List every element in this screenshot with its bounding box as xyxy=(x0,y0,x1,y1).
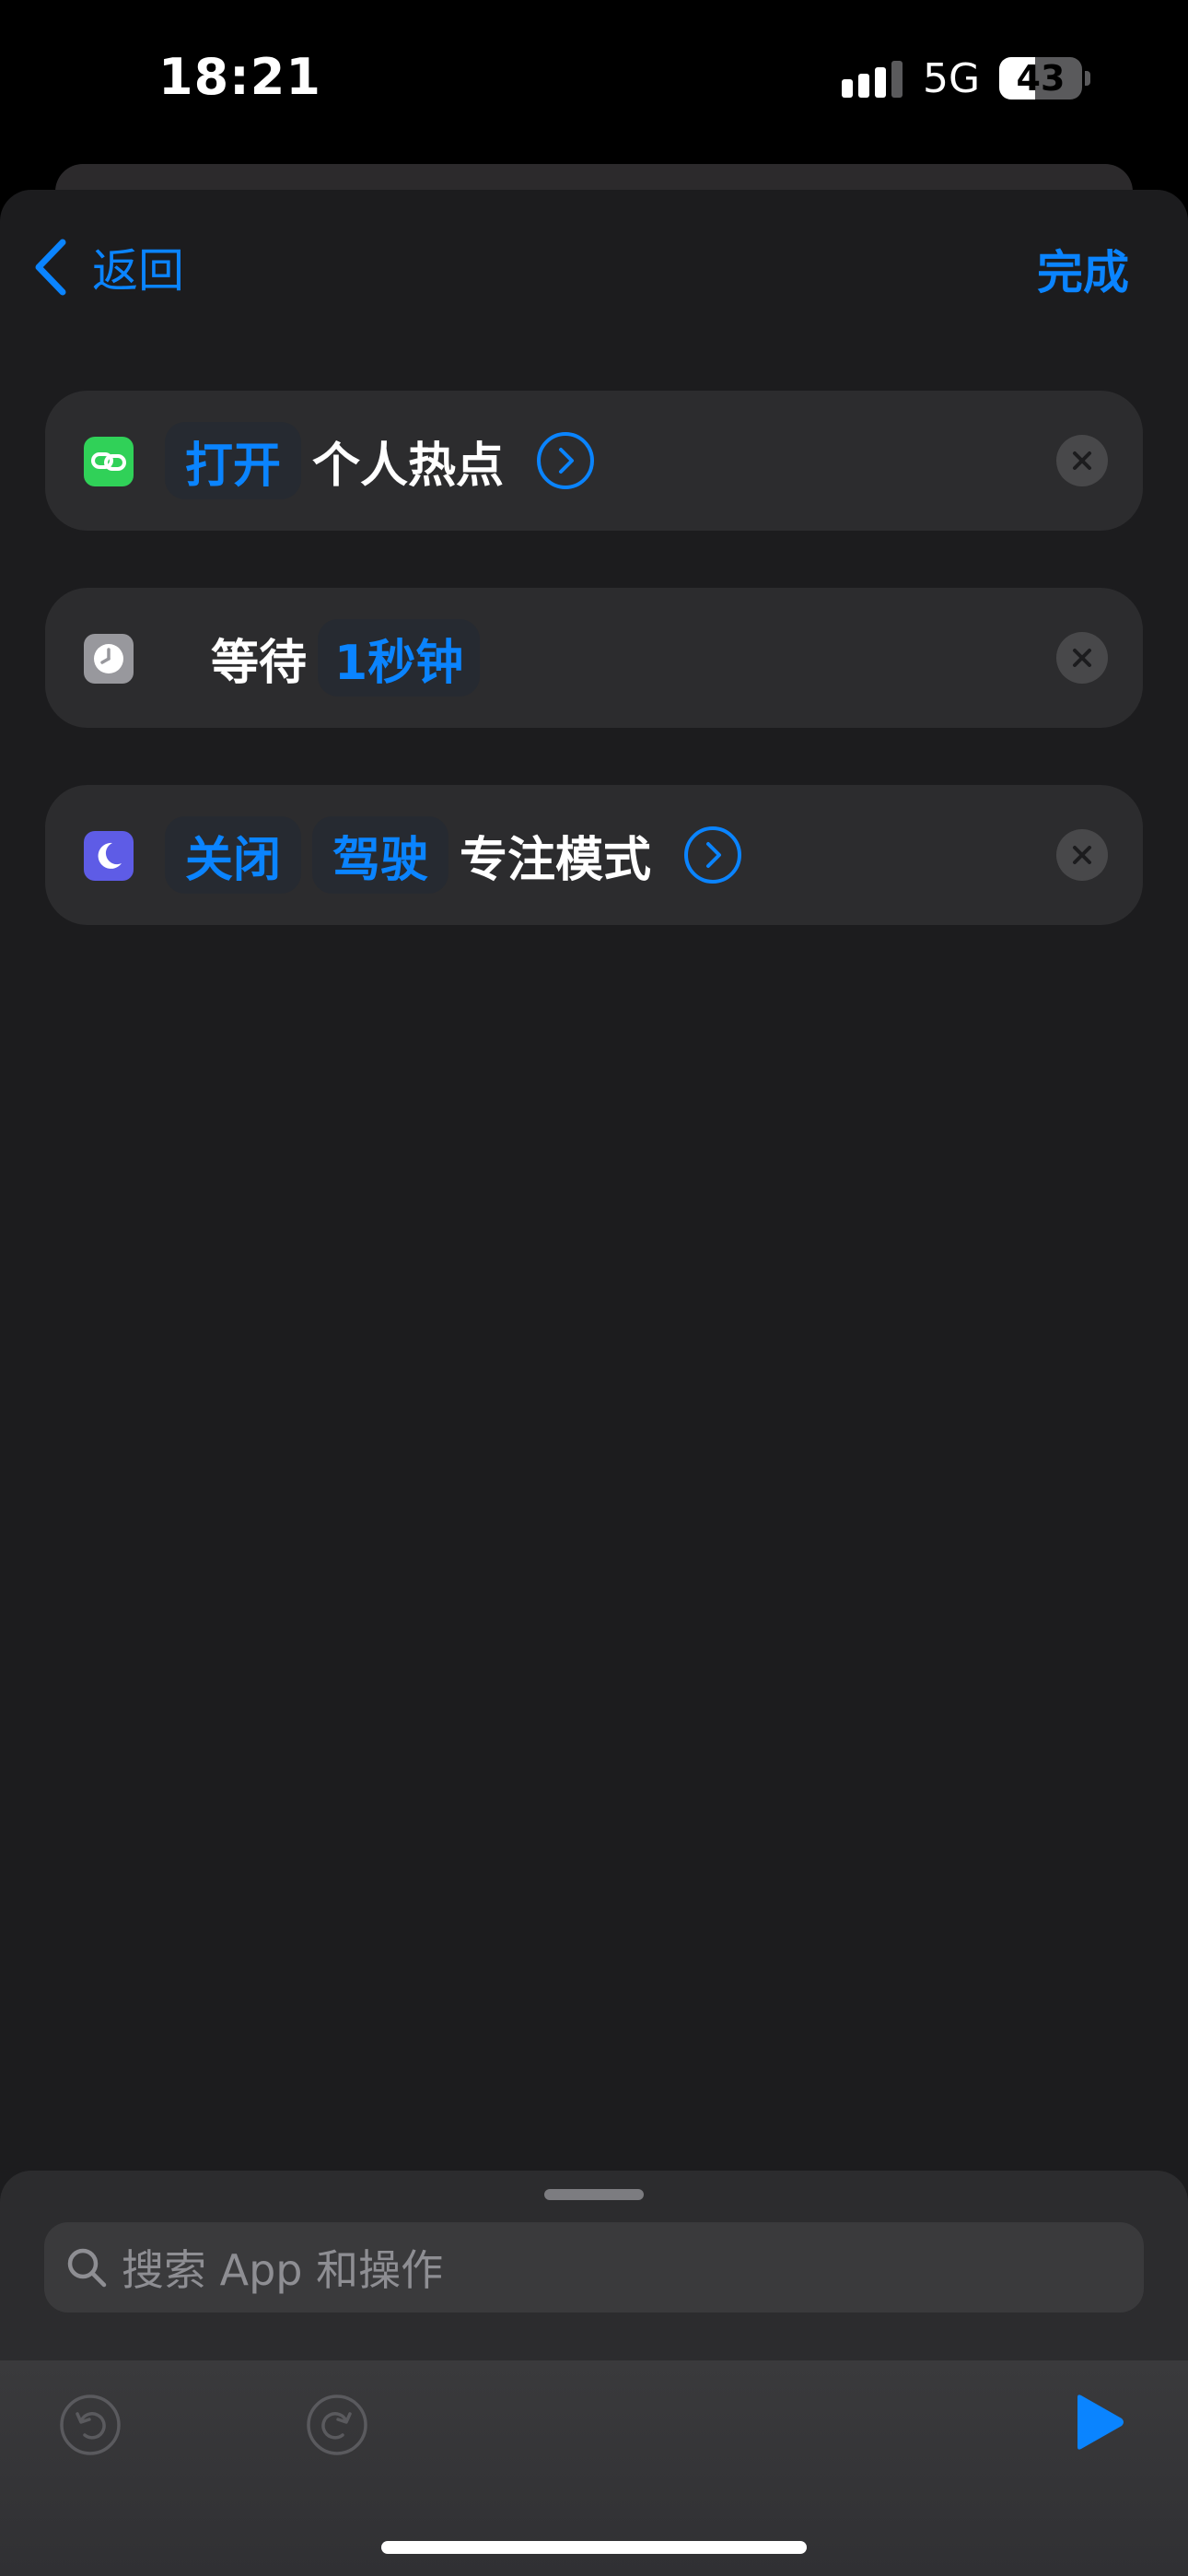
expand-chevron-icon[interactable] xyxy=(684,826,742,884)
back-button[interactable]: 返回 xyxy=(33,230,245,304)
status-bar: 18:21 5G 43 xyxy=(0,0,1188,161)
moon-icon xyxy=(84,831,134,881)
action-verb-token[interactable]: 打开 xyxy=(165,422,302,499)
search-icon xyxy=(67,2248,107,2288)
undo-button[interactable] xyxy=(59,2394,122,2456)
action-card-hotspot[interactable]: 打开 个人热点 xyxy=(45,391,1143,531)
close-icon xyxy=(1073,846,1091,864)
duration-token[interactable]: 1秒钟 xyxy=(318,619,481,697)
network-type: 5G xyxy=(923,55,981,102)
action-card-wait[interactable]: 等待 1秒钟 xyxy=(45,588,1143,728)
done-button[interactable]: 完成 xyxy=(1037,232,1129,306)
close-icon xyxy=(1073,451,1091,470)
search-placeholder: 搜索 App 和操作 xyxy=(122,2245,444,2295)
run-shortcut-button[interactable] xyxy=(1072,2392,1127,2453)
home-indicator xyxy=(381,2541,807,2554)
battery-percent: 43 xyxy=(1016,58,1066,99)
sheet-grabber[interactable] xyxy=(544,2189,644,2200)
clock-icon xyxy=(84,634,134,684)
play-icon xyxy=(1077,2395,1124,2450)
close-icon xyxy=(1073,649,1091,667)
action-target-text: 专注模式 xyxy=(460,832,652,888)
status-time: 18:21 xyxy=(158,48,321,106)
battery-icon: 43 xyxy=(999,57,1082,100)
action-content: 关闭 驾驶 专注模式 xyxy=(165,785,742,925)
undo-icon xyxy=(60,2395,121,2455)
battery-cap xyxy=(1085,71,1090,86)
action-target-text: 个人热点 xyxy=(312,438,505,494)
chevron-left-icon xyxy=(35,239,66,296)
remove-action-button[interactable] xyxy=(1056,829,1108,881)
action-verb-text: 等待 xyxy=(211,635,308,691)
cellular-signal-icon xyxy=(842,61,906,100)
action-content: 等待 1秒钟 xyxy=(211,588,491,728)
action-content: 打开 个人热点 xyxy=(165,391,595,531)
redo-button[interactable] xyxy=(306,2394,368,2456)
expand-chevron-icon[interactable] xyxy=(537,432,595,489)
back-label: 返回 xyxy=(92,244,184,298)
remove-action-button[interactable] xyxy=(1056,632,1108,684)
toggle-state-token[interactable]: 关闭 xyxy=(165,816,302,894)
focus-mode-token[interactable]: 驾驶 xyxy=(312,816,449,894)
hotspot-link-icon xyxy=(84,437,134,486)
action-card-focus[interactable]: 关闭 驾驶 专注模式 xyxy=(45,785,1143,925)
search-input[interactable]: 搜索 App 和操作 xyxy=(44,2222,1144,2313)
remove-action-button[interactable] xyxy=(1056,435,1108,486)
redo-icon xyxy=(307,2395,367,2455)
